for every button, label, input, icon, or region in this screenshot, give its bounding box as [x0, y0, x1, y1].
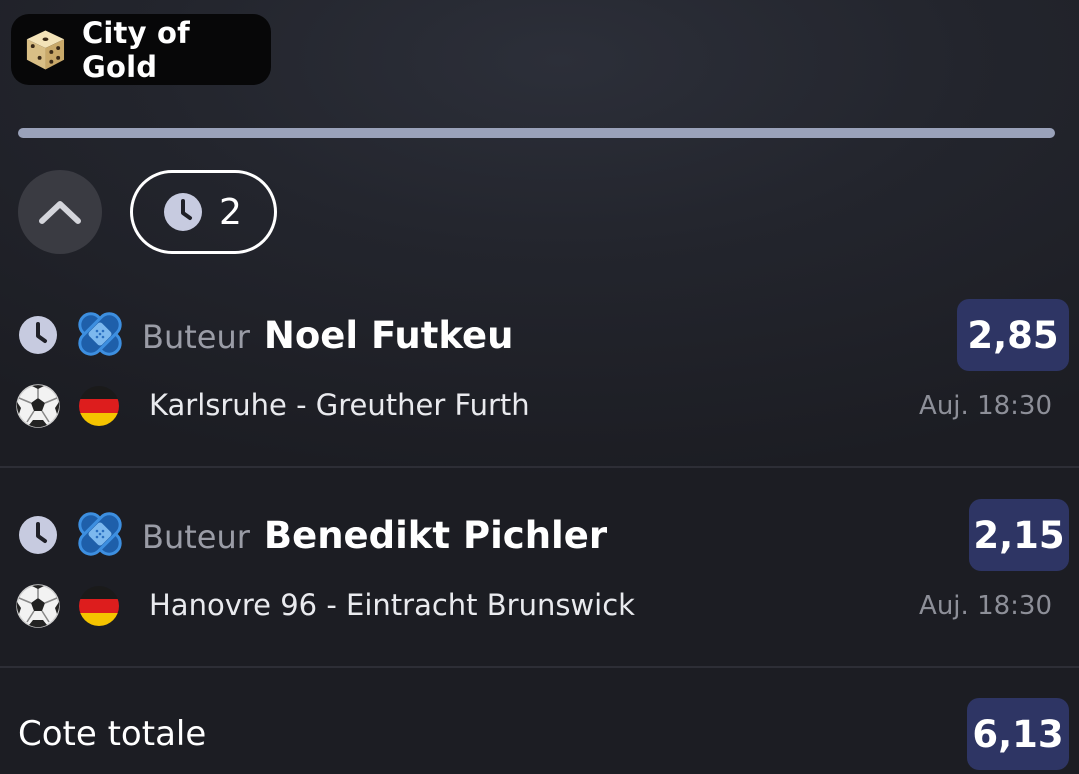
soccer-ball-icon [16, 384, 60, 428]
germany-flag-icon [79, 386, 119, 426]
bandage-icon [78, 312, 122, 356]
match-time: Auj. 18:30 [919, 591, 1052, 621]
bet-description: Buteur Benedikt Pichler [142, 514, 607, 557]
total-odds-value: 6,13 [967, 698, 1069, 770]
match-time: Auj. 18:30 [919, 391, 1052, 421]
odds-button[interactable]: 2,85 [957, 299, 1069, 371]
bandage-icon [78, 512, 122, 556]
match-name: Karlsruhe - Greuther Furth [149, 388, 530, 422]
divider [0, 466, 1079, 468]
player-name: Benedikt Pichler [263, 514, 608, 557]
clock-icon [19, 516, 57, 554]
bet-selection[interactable]: Buteur Benedikt Pichler 2,15 Hanovre 96 … [0, 0, 1079, 628]
soccer-ball-icon [16, 584, 60, 628]
divider [0, 666, 1079, 668]
clock-icon [19, 316, 57, 354]
market-label: Buteur [142, 318, 250, 356]
germany-flag-icon [79, 586, 119, 626]
match-name: Hanovre 96 - Eintracht Brunswick [149, 588, 635, 622]
chevron-up-icon [39, 201, 81, 224]
market-label: Buteur [142, 518, 250, 556]
total-odds-label: Cote totale [18, 714, 207, 754]
odds-button[interactable]: 2,15 [969, 499, 1069, 571]
bet-description: Buteur Noel Futkeu [142, 314, 513, 357]
player-name: Noel Futkeu [263, 314, 514, 357]
